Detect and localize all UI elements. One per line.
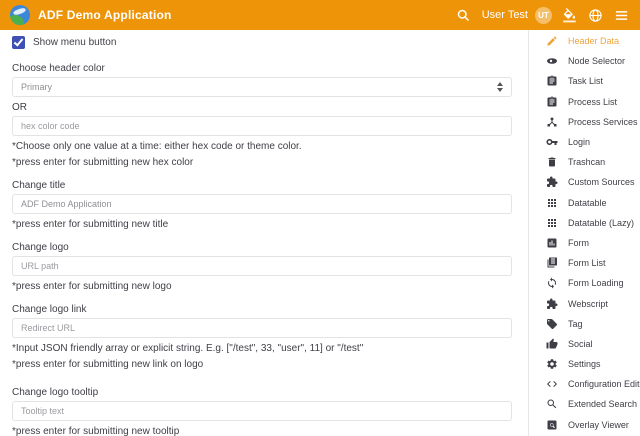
paint-fill-icon[interactable] (561, 7, 578, 24)
sidebar-item-label: Extended Search (568, 399, 637, 409)
logo-hint: *press enter for submitting new logo (12, 281, 512, 292)
sidebar-item-label: Webscript (568, 299, 608, 309)
grid-icon (546, 217, 558, 229)
sidebar-item-label: Process Services (568, 117, 638, 127)
change-logo-label: Change logo (12, 242, 512, 253)
sidebar-item-webscript[interactable]: Webscript (529, 293, 640, 313)
sidebar-item-login[interactable]: Login (529, 132, 640, 152)
sidebar-item-label: Custom Sources (568, 177, 635, 187)
form-list-icon (546, 257, 558, 269)
header-color-select[interactable]: Primary (12, 77, 512, 97)
logo-tooltip-hint: *press enter for submitting new tooltip (12, 426, 512, 436)
change-title-label: Change title (12, 180, 512, 191)
sidebar-item-label: Social (568, 339, 593, 349)
app-title: ADF Demo Application (38, 8, 172, 22)
sidebar-item-label: Header Data (568, 36, 619, 46)
sidebar-item-label: Trashcan (568, 157, 605, 167)
sidebar-item-label: Node Selector (568, 56, 625, 66)
sidebar-item-label: Datatable (568, 198, 607, 208)
header-color-selected: Primary (21, 82, 52, 92)
code-icon (546, 378, 558, 390)
logo-link-hint-1: *Input JSON friendly array or explicit s… (12, 343, 512, 354)
change-logo-tooltip-label: Change logo tooltip (12, 387, 512, 398)
logo-input[interactable] (12, 256, 512, 276)
settings-panel: Show menu button Choose header color Pri… (0, 30, 528, 436)
sidebar-item-label: Form List (568, 258, 606, 268)
avatar[interactable]: UT (535, 7, 552, 24)
puzzle-icon (546, 176, 558, 188)
sidebar-item-form-list[interactable]: Form List (529, 253, 640, 273)
puzzle-icon (546, 298, 558, 310)
title-input[interactable] (12, 194, 512, 214)
adf-demo-app: ADF Demo Application User Test UT Show m… (0, 0, 640, 436)
globe-icon[interactable] (587, 7, 604, 24)
show-menu-label: Show menu button (33, 37, 116, 48)
sidebar-item-form[interactable]: Form (529, 233, 640, 253)
edit-icon (546, 35, 558, 47)
clipboard-icon (546, 75, 558, 87)
grid-icon (546, 197, 558, 209)
sidebar-item-extended-search[interactable]: Extended Search (529, 394, 640, 414)
sidebar-item-label: Settings (568, 359, 601, 369)
header-color-hint-1: *Choose only one value at a time: either… (12, 141, 512, 152)
sidebar-item-label: Process List (568, 97, 617, 107)
header-color-hint-2: *press enter for submitting new hex colo… (12, 157, 512, 168)
menu-icon[interactable] (613, 7, 630, 24)
node-selector-icon (546, 55, 558, 67)
sidebar-item-form-loading[interactable]: Form Loading (529, 273, 640, 293)
sidebar-item-header-data[interactable]: Header Data (529, 31, 640, 51)
logo-link-input[interactable] (12, 318, 512, 338)
sidebar-item-label: Task List (568, 76, 603, 86)
trash-icon (546, 156, 558, 168)
sidebar-item-label: Form Loading (568, 278, 624, 288)
change-logo-link-label: Change logo link (12, 304, 512, 315)
sidebar-item-overlay-viewer[interactable]: Overlay Viewer (529, 415, 640, 435)
thumb-up-icon (546, 338, 558, 350)
gear-icon (546, 358, 558, 370)
app-logo-icon[interactable] (10, 5, 30, 25)
sidebar-item-label: Form (568, 238, 589, 248)
sidebar-item-task-list[interactable]: Task List (529, 71, 640, 91)
or-label: OR (12, 102, 512, 113)
sync-icon (546, 277, 558, 289)
sidebar-item-social[interactable]: Social (529, 334, 640, 354)
key-icon (546, 136, 558, 148)
sidebar-item-process-services[interactable]: Process Services (529, 112, 640, 132)
sidebar-item-configuration-editor[interactable]: Configuration Editor (529, 374, 640, 394)
sidebar-item-trashcan[interactable]: Trashcan (529, 152, 640, 172)
sidebar-item-custom-sources[interactable]: Custom Sources (529, 172, 640, 192)
search-icon (546, 398, 558, 410)
top-bar: ADF Demo Application User Test UT (0, 0, 640, 30)
show-menu-checkbox[interactable] (12, 36, 25, 49)
search-icon[interactable] (455, 7, 472, 24)
logo-tooltip-input[interactable] (12, 401, 512, 421)
device-hub-icon (546, 116, 558, 128)
pageview-icon (546, 419, 558, 431)
sidebar: Header Data Node Selector Task List Process… (528, 30, 640, 436)
sidebar-item-process-list[interactable]: Process List (529, 92, 640, 112)
sidebar-item-label: Login (568, 137, 590, 147)
sidebar-item-label: Overlay Viewer (568, 420, 629, 430)
sidebar-item-datatable-lazy[interactable]: Datatable (Lazy) (529, 213, 640, 233)
hex-color-input[interactable] (12, 116, 512, 136)
header-color-label: Choose header color (12, 63, 512, 74)
sidebar-item-label: Configuration Editor (568, 379, 640, 389)
tag-icon (546, 318, 558, 330)
title-hint: *press enter for submitting new title (12, 219, 512, 230)
sidebar-item-settings[interactable]: Settings (529, 354, 640, 374)
sidebar-item-label: Datatable (Lazy) (568, 218, 634, 228)
show-menu-row: Show menu button (12, 36, 512, 49)
select-stepper-icon (497, 82, 503, 92)
clipboard-icon (546, 96, 558, 108)
sidebar-item-node-selector[interactable]: Node Selector (529, 51, 640, 71)
sidebar-item-label: Tag (568, 319, 583, 329)
sidebar-item-datatable[interactable]: Datatable (529, 193, 640, 213)
sidebar-item-tag[interactable]: Tag (529, 314, 640, 334)
user-name: User Test (482, 9, 528, 21)
chart-icon (546, 237, 558, 249)
logo-link-hint-2: *press enter for submitting new link on … (12, 359, 512, 370)
